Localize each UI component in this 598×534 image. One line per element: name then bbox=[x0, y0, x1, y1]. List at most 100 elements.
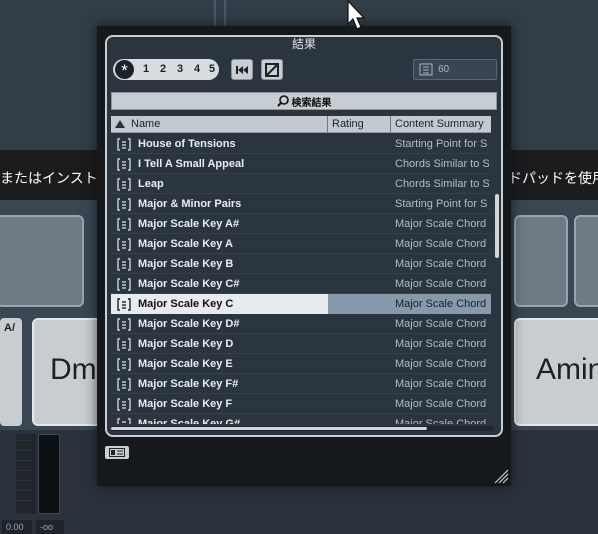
rating-filter-4[interactable]: 4 bbox=[190, 59, 204, 80]
result-summary: Starting Point for S bbox=[395, 198, 488, 210]
search-results-bar[interactable]: 検索結果 bbox=[111, 92, 497, 110]
result-row[interactable]: Major Scale Key D# Major Scale Chord bbox=[111, 314, 491, 334]
chord-track-icon bbox=[117, 318, 131, 331]
chord-track-icon bbox=[117, 238, 131, 251]
result-summary: Major Scale Chord bbox=[395, 378, 487, 390]
sync-icon bbox=[265, 62, 279, 77]
chord-track-icon bbox=[117, 178, 131, 191]
chord-pad-amin[interactable]: Amin bbox=[514, 318, 598, 426]
result-count: 60 bbox=[413, 59, 497, 80]
results-panel: 結果 * 1 2 3 4 5 60 検索結果 Name Rating Conte… bbox=[105, 35, 503, 437]
result-summary: Chords Similar to S bbox=[395, 158, 489, 170]
chord-track-icon bbox=[419, 63, 433, 76]
volume-readout: 0.00 bbox=[2, 520, 32, 534]
result-name: Major Scale Key G# bbox=[138, 418, 241, 424]
chord-pad[interactable] bbox=[574, 215, 598, 307]
vertical-scrollbar[interactable] bbox=[495, 134, 500, 424]
result-name: Major Scale Key E bbox=[138, 358, 233, 370]
layout-button[interactable] bbox=[105, 446, 129, 459]
result-row[interactable]: Leap Chords Similar to S bbox=[111, 174, 491, 194]
chord-pad[interactable] bbox=[0, 215, 84, 307]
result-name: Major & Minor Pairs bbox=[138, 198, 242, 210]
column-content-summary[interactable]: Content Summary bbox=[391, 116, 491, 132]
result-summary: Major Scale Chord bbox=[395, 418, 487, 424]
horizontal-scrollbar[interactable] bbox=[111, 426, 493, 431]
chord-pad-small[interactable]: A/ bbox=[0, 318, 22, 426]
result-row[interactable]: Major Scale Key A# Major Scale Chord bbox=[111, 214, 491, 234]
result-row[interactable]: Major Scale Key G# Major Scale Chord bbox=[111, 414, 491, 424]
chord-track-icon bbox=[117, 338, 131, 351]
rating-filter-group: * 1 2 3 4 5 bbox=[113, 59, 219, 80]
peak-readout: -oo bbox=[36, 520, 64, 534]
window-title: 結果 bbox=[291, 37, 316, 51]
chord-track-icon bbox=[117, 218, 131, 231]
vertical-scroll-thumb[interactable] bbox=[495, 194, 499, 258]
chord-track-icon bbox=[117, 358, 131, 371]
result-row[interactable]: I Tell A Small Appeal Chords Similar to S bbox=[111, 154, 491, 174]
chord-track-icon bbox=[117, 278, 131, 291]
chord-track-icon bbox=[117, 258, 131, 271]
result-row[interactable]: Major Scale Key E Major Scale Chord bbox=[111, 354, 491, 374]
rewind-button[interactable] bbox=[231, 59, 253, 80]
chord-track-icon bbox=[117, 298, 131, 311]
skip-to-start-icon bbox=[236, 65, 248, 74]
result-row[interactable]: Major Scale Key B Major Scale Chord bbox=[111, 254, 491, 274]
results-window: 結果 * 1 2 3 4 5 60 検索結果 Name Rating Conte… bbox=[97, 26, 511, 486]
results-list: House of Tensions Starting Point for S I T… bbox=[111, 134, 491, 424]
result-name: I Tell A Small Appeal bbox=[138, 158, 245, 170]
column-name[interactable]: Name bbox=[111, 116, 328, 132]
chord-track-icon bbox=[117, 378, 131, 391]
column-name-label: Name bbox=[131, 118, 161, 130]
result-summary: Major Scale Chord bbox=[395, 258, 487, 270]
result-row[interactable]: Major Scale Key F# Major Scale Chord bbox=[111, 374, 491, 394]
result-name: Major Scale Key F# bbox=[138, 378, 239, 390]
result-count-value: 60 bbox=[438, 64, 450, 75]
sync-button[interactable] bbox=[261, 59, 283, 80]
result-summary: Major Scale Chord bbox=[395, 218, 487, 230]
resize-grip-icon[interactable] bbox=[493, 468, 509, 484]
horizontal-scroll-thumb[interactable] bbox=[111, 427, 427, 430]
search-results-label: 検索結果 bbox=[291, 97, 332, 109]
result-name: Major Scale Key D# bbox=[138, 318, 240, 330]
result-summary: Major Scale Chord bbox=[395, 298, 487, 310]
rating-filter-1[interactable]: 1 bbox=[139, 59, 153, 80]
sort-ascending-icon bbox=[115, 120, 125, 128]
column-rating[interactable]: Rating bbox=[328, 116, 391, 132]
result-name: Major Scale Key C# bbox=[138, 278, 240, 290]
result-name: Major Scale Key A bbox=[138, 238, 233, 250]
chord-track-icon bbox=[117, 138, 131, 151]
result-name: Leap bbox=[138, 178, 164, 190]
result-summary: Starting Point for S bbox=[395, 138, 488, 150]
result-row[interactable]: Major Scale Key F Major Scale Chord bbox=[111, 394, 491, 414]
result-row[interactable]: Major & Minor Pairs Starting Point for S bbox=[111, 194, 491, 214]
result-summary: Major Scale Chord bbox=[395, 318, 487, 330]
rating-filter-5[interactable]: 5 bbox=[205, 59, 219, 80]
result-row[interactable]: Major Scale Key C Major Scale Chord bbox=[111, 294, 491, 314]
result-name: Major Scale Key C bbox=[138, 298, 234, 310]
column-header: Name Rating Content Summary bbox=[111, 116, 491, 133]
result-summary: Major Scale Chord bbox=[395, 238, 487, 250]
asterisk-icon[interactable]: * bbox=[115, 60, 134, 80]
layout-panel-icon bbox=[109, 448, 125, 457]
search-icon bbox=[276, 95, 289, 107]
result-name: Major Scale Key A# bbox=[138, 218, 240, 230]
result-row[interactable]: Major Scale Key A Major Scale Chord bbox=[111, 234, 491, 254]
chord-pad[interactable] bbox=[514, 215, 568, 307]
result-summary: Major Scale Chord bbox=[395, 398, 487, 410]
rating-filter-2[interactable]: 2 bbox=[156, 59, 170, 80]
result-summary: Major Scale Chord bbox=[395, 278, 487, 290]
result-row[interactable]: Major Scale Key D Major Scale Chord bbox=[111, 334, 491, 354]
meter-ticks bbox=[18, 440, 30, 510]
chord-track-icon bbox=[117, 398, 131, 411]
results-toolbar: * 1 2 3 4 5 60 bbox=[111, 57, 499, 83]
result-name: House of Tensions bbox=[138, 138, 236, 150]
rating-filter-3[interactable]: 3 bbox=[173, 59, 187, 80]
volume-fader[interactable] bbox=[38, 434, 60, 514]
chord-track-icon bbox=[117, 158, 131, 171]
result-name: Major Scale Key D bbox=[138, 338, 234, 350]
result-row[interactable]: Major Scale Key C# Major Scale Chord bbox=[111, 274, 491, 294]
chord-track-icon bbox=[117, 198, 131, 211]
result-summary: Major Scale Chord bbox=[395, 358, 487, 370]
result-row[interactable]: House of Tensions Starting Point for S bbox=[111, 134, 491, 154]
result-summary: Chords Similar to S bbox=[395, 178, 489, 190]
